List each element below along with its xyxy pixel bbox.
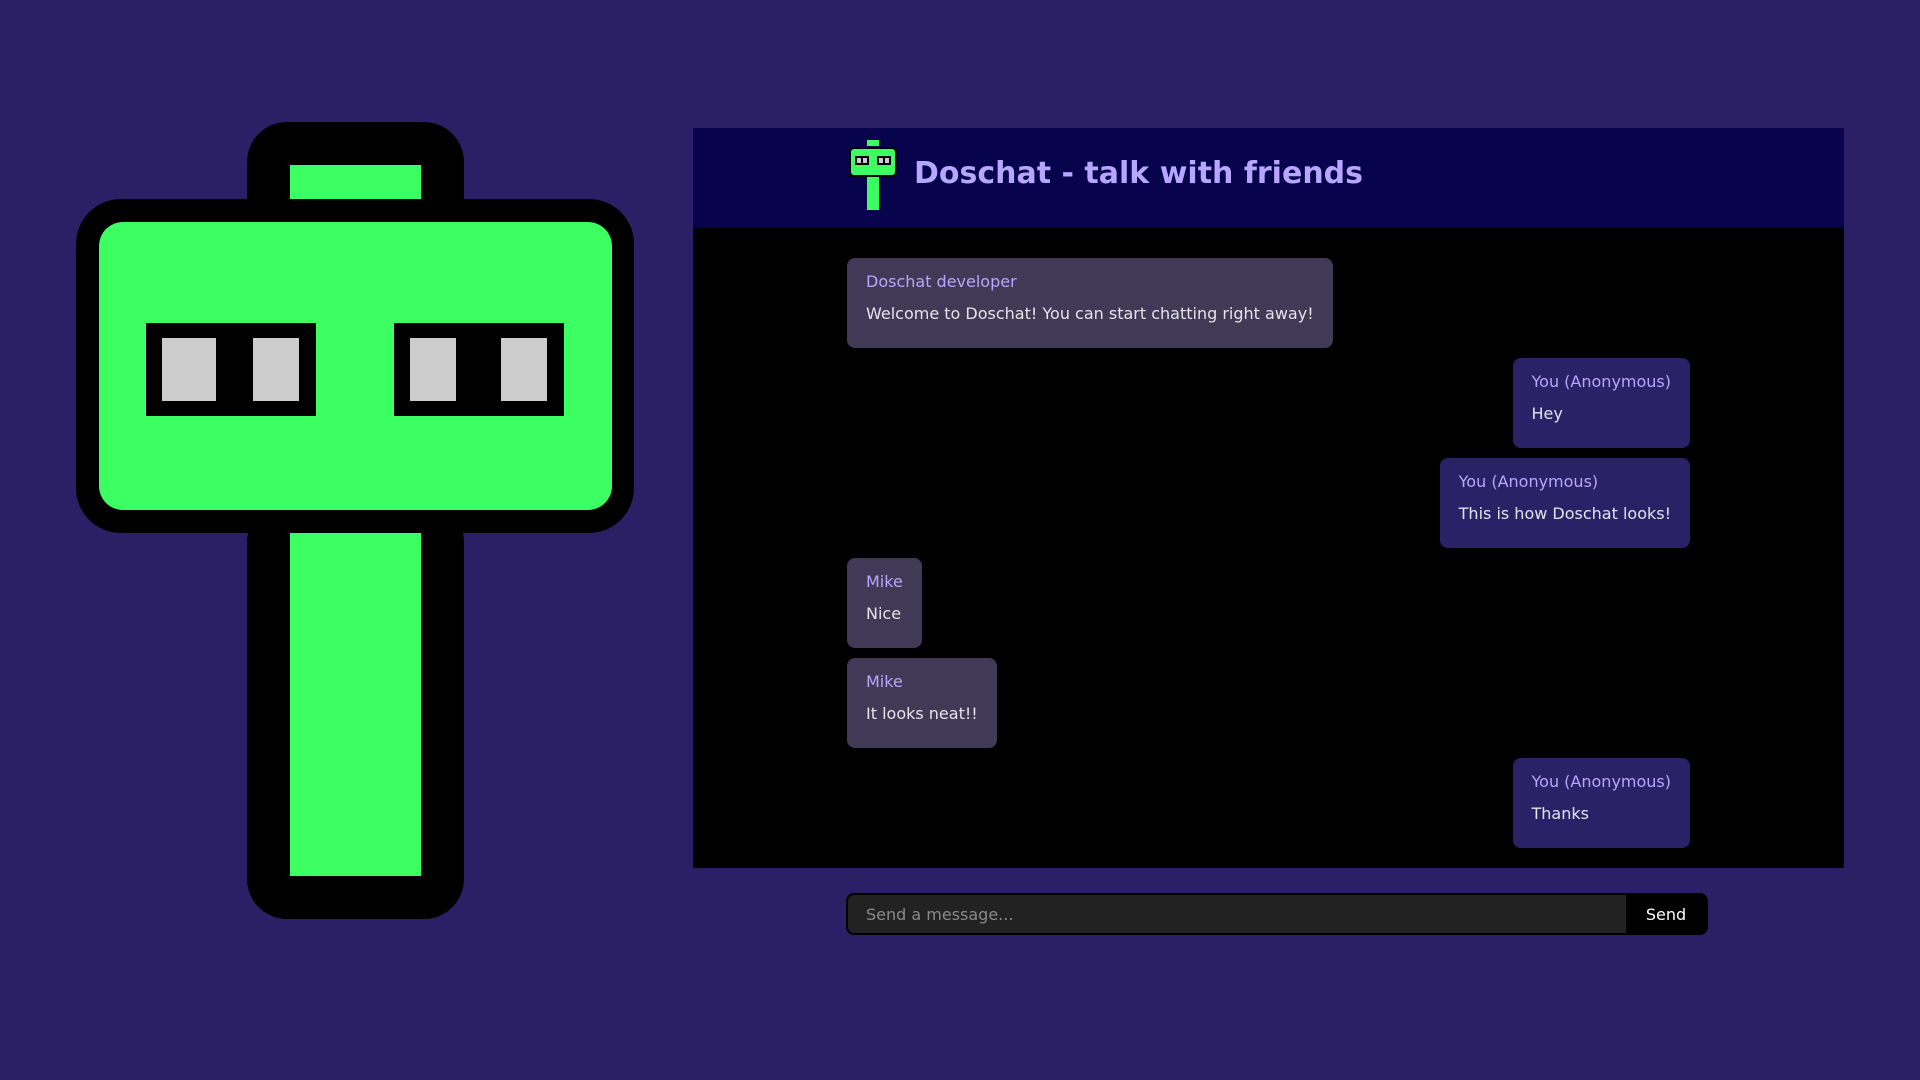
message-text: Hey	[1531, 404, 1563, 423]
message-author: You (Anonymous)	[1531, 772, 1671, 791]
chat-title: Doschat - talk with friends	[914, 156, 1364, 191]
robot-mascot-icon	[76, 122, 634, 919]
message-author: Mike	[866, 672, 903, 691]
chat-header: Doschat - talk with friends	[693, 128, 1844, 228]
send-button[interactable]: Send	[1626, 895, 1706, 933]
chat-window: Doschat - talk with friends Doschat deve…	[693, 128, 1844, 868]
message-bubble: You (Anonymous) This is how Doschat look…	[1439, 458, 1690, 548]
message-bubble: Mike Nice	[847, 558, 922, 648]
message-text: This is how Doschat looks!	[1458, 504, 1671, 523]
message-author: You (Anonymous)	[1458, 472, 1599, 491]
message-author: Doschat developer	[866, 272, 1017, 291]
message-text: It looks neat!!	[866, 704, 978, 723]
message-input[interactable]	[848, 895, 1626, 933]
message-bubble: You (Anonymous) Thanks	[1512, 758, 1690, 848]
message-author: You (Anonymous)	[1531, 372, 1671, 391]
message-author: Mike	[866, 572, 903, 591]
message-text: Nice	[866, 604, 902, 623]
message-composer: Send	[846, 893, 1708, 935]
message-bubble: Mike It looks neat!!	[847, 658, 997, 748]
message-list[interactable]: Doschat developer Welcome to Doschat! Yo…	[693, 228, 1844, 868]
message-text: Thanks	[1531, 804, 1589, 823]
robot-logo-icon	[847, 140, 899, 210]
message-text: Welcome to Doschat! You can start chatti…	[866, 304, 1314, 323]
message-bubble: You (Anonymous) Hey	[1512, 358, 1690, 448]
page: Doschat - talk with friends Doschat deve…	[0, 0, 1920, 1080]
message-bubble: Doschat developer Welcome to Doschat! Yo…	[847, 258, 1333, 348]
